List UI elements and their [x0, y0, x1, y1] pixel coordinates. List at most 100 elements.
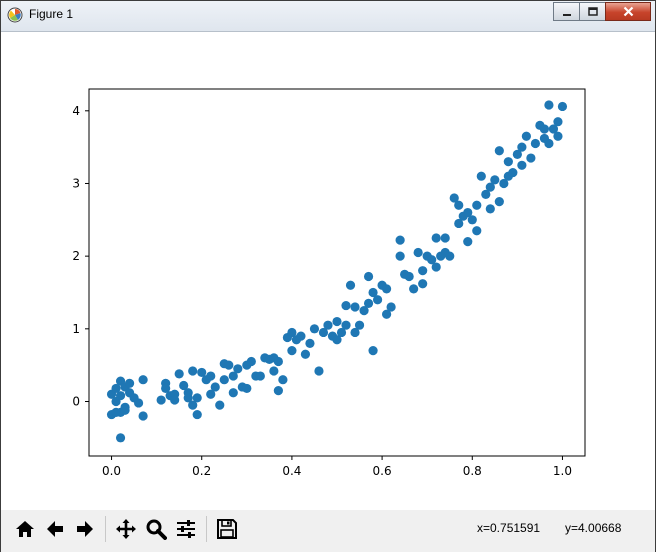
maximize-icon [587, 6, 598, 16]
x-axis: 0.0 0.2 0.4 0.6 0.8 1.0 [102, 456, 572, 478]
back-button[interactable] [41, 515, 69, 543]
scatter-series [106, 100, 568, 443]
forward-button[interactable] [71, 515, 99, 543]
home-icon [16, 521, 34, 537]
scatter-point [368, 346, 378, 356]
scatter-point [273, 356, 283, 367]
x-tick-label: 0.6 [373, 464, 392, 478]
scatter-point [300, 349, 311, 359]
scatter-point [296, 331, 306, 341]
scatter-point [224, 360, 234, 370]
scatter-point [323, 320, 333, 330]
x-tick-label: 0.4 [282, 464, 301, 478]
scatter-point [553, 131, 563, 141]
scatter-point [445, 251, 455, 261]
scatter-point [530, 138, 541, 149]
toolbar-separator [105, 516, 106, 542]
y-tick-label: 2 [72, 249, 80, 263]
scatter-point [472, 226, 482, 236]
configure-subplots-icon [177, 520, 195, 538]
y-tick-label: 1 [72, 322, 80, 336]
window-controls [553, 2, 651, 22]
forward-icon [77, 521, 93, 537]
navigation-toolbar: x=0.751591 y=4.00668 [1, 510, 655, 552]
pan-icon [116, 519, 136, 539]
configure-subplots-button[interactable] [172, 515, 200, 543]
scatter-point [183, 388, 193, 398]
scatter-point [494, 146, 504, 156]
scatter-point [485, 204, 495, 214]
maximize-button[interactable] [579, 2, 606, 21]
scatter-point [170, 395, 180, 405]
close-icon [623, 6, 633, 17]
scatter-point [431, 262, 441, 272]
zoom-button[interactable] [142, 515, 170, 543]
x-tick-label: 1.0 [553, 464, 572, 478]
scatter-point [255, 371, 265, 381]
scatter-point [454, 200, 464, 210]
scatter-point [395, 251, 405, 261]
minimize-button[interactable] [553, 2, 580, 21]
scatter-point [526, 153, 536, 163]
scatter-point [395, 235, 405, 245]
save-button[interactable] [213, 515, 241, 543]
scatter-point [508, 167, 518, 178]
matplotlib-app-icon [7, 7, 23, 23]
scatter-point [463, 237, 473, 247]
scatter-point [138, 375, 148, 385]
scatter-point [382, 284, 392, 294]
scatter-point [413, 247, 423, 258]
y-axis: 0 1 2 3 4 [72, 104, 89, 408]
scatter-point [418, 266, 428, 276]
cursor-x-coordinate: x=0.751591 [477, 521, 541, 535]
scatter-point [557, 101, 568, 112]
scatter-point [494, 197, 504, 207]
scatter-point [115, 433, 126, 443]
scatter-point [409, 284, 419, 294]
y-tick-label: 3 [72, 176, 80, 190]
scatter-point [404, 271, 414, 282]
scatter-point [242, 383, 252, 394]
figure-canvas[interactable]: 0.0 0.2 0.4 0.6 0.8 1.0 0 1 2 3 4 [1, 32, 655, 510]
scatter-point [124, 378, 135, 388]
scatter-point [363, 271, 374, 282]
figure-window: Figure 1 0.0 0.2 0.4 0.6 0.8 1.0 01234 x… [0, 0, 656, 552]
window-title: Figure 1 [29, 7, 74, 21]
pan-button[interactable] [112, 515, 140, 543]
title-bar[interactable]: Figure 1 [1, 1, 655, 32]
scatter-point [233, 364, 243, 374]
scatter-point [188, 366, 198, 376]
cursor-y-coordinate: y=4.00668 [565, 521, 622, 535]
scatter-point [472, 200, 482, 210]
y-tick-label: 4 [72, 104, 80, 118]
scatter-point [517, 142, 527, 152]
home-button[interactable] [11, 515, 39, 543]
scatter-point [273, 385, 283, 396]
scatter-point [341, 320, 351, 330]
scatter-point [111, 407, 121, 417]
scatter-point [553, 117, 563, 127]
scatter-point [138, 411, 148, 421]
scatter-point [490, 175, 500, 185]
scatter-point [210, 382, 220, 392]
scatter-point [309, 324, 320, 334]
scatter-point [431, 233, 441, 243]
scatter-point [192, 409, 202, 420]
scatter-point [115, 391, 126, 401]
x-tick-label: 0.8 [463, 464, 482, 478]
scatter-point [269, 366, 279, 376]
scatter-point [517, 160, 527, 170]
scatter-point [544, 138, 554, 149]
scatter-point [287, 346, 297, 356]
scatter-point [418, 279, 428, 289]
scatter-point [192, 393, 202, 403]
scatter-point [476, 171, 486, 181]
close-button[interactable] [605, 2, 651, 21]
scatter-point [539, 124, 550, 134]
minimize-icon [562, 13, 571, 16]
scatter-point [521, 131, 531, 141]
x-tick-label: 0.2 [192, 464, 211, 478]
back-icon [47, 521, 63, 537]
scatter-point [215, 400, 225, 410]
scatter-point [372, 295, 383, 305]
